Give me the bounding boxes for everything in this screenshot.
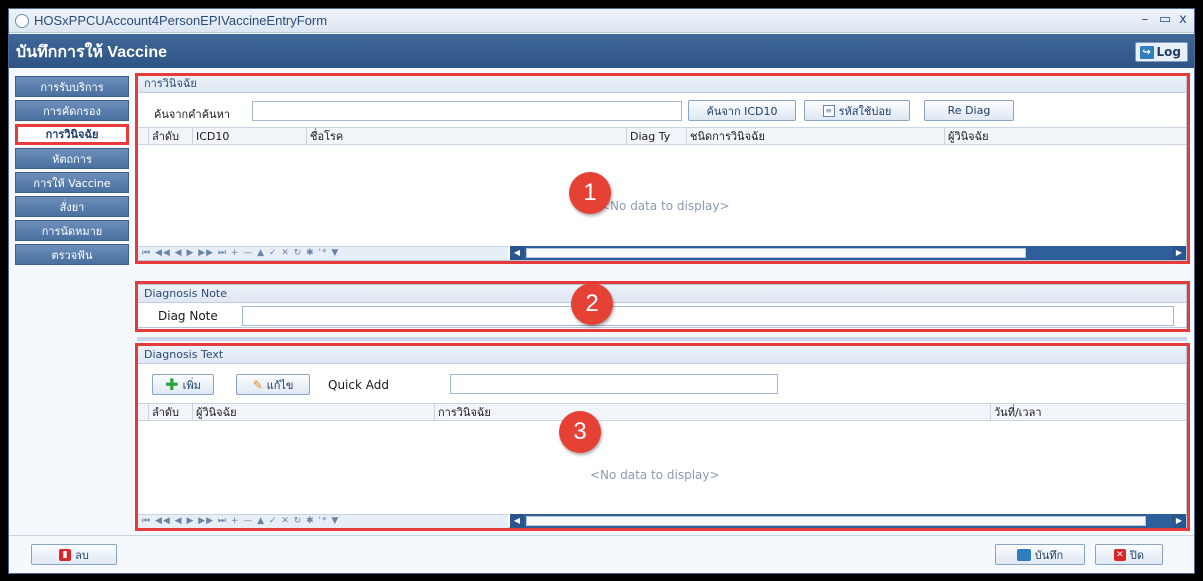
record-navigator[interactable]: ⏮ ◀◀ ◀ ▶ ▶▶ ⏭ + — ▲ ✓ ✕ ↻ ✱ '* ▼ — [138, 514, 508, 528]
delete-button-label: ลบ — [75, 548, 89, 562]
save-icon — [1016, 548, 1031, 561]
add-button[interactable]: ✚ เพิ่ม — [152, 374, 214, 395]
edit-button[interactable]: ✎ แก้ไข — [236, 374, 310, 395]
log-icon: ↪ — [1139, 45, 1154, 59]
annotation-badge-3: 3 — [559, 411, 601, 453]
column-header[interactable]: Diag Ty — [626, 128, 684, 145]
column-header[interactable]: ชื่อโรค — [306, 128, 624, 145]
app-window: HOSxPPCUAccount4PersonEPIVaccineEntryFor… — [8, 8, 1195, 574]
title-bar: HOSxPPCUAccount4PersonEPIVaccineEntryFor… — [9, 9, 1194, 33]
diagnosis-panel: การวินิจฉัย ค้นจากคำค้นหา ค้นจาก ICD10 ≡… — [137, 74, 1187, 261]
log-button-label: Log — [1156, 45, 1181, 59]
scroll-thumb[interactable] — [526, 516, 1146, 526]
close-button-label: ปิด — [1129, 548, 1145, 562]
column-header[interactable]: ผู้วินิจฉัย — [192, 404, 432, 421]
diagnosis-text-panel: Diagnosis Text ✚ เพิ่ม ✎ แก้ไข Quick Add… — [137, 345, 1187, 528]
column-header[interactable]: วันที่/เวลา — [990, 404, 1186, 421]
horizontal-scrollbar[interactable]: ◀ ▶ — [510, 246, 1186, 260]
diagnosis-text-table-header: ลำดับ ผู้วินิจฉัย การวินิจฉัย วันที่/เวล… — [138, 403, 1186, 421]
log-button[interactable]: ↪ Log — [1134, 42, 1188, 62]
close-button[interactable]: ✕ ปิด — [1095, 544, 1163, 565]
search-input[interactable] — [252, 101, 682, 121]
sidebar-item-diagnosis[interactable]: การวินิจฉัย — [15, 124, 129, 145]
no-data-message: <No data to display> — [590, 468, 720, 482]
annotation-badge-2: 2 — [571, 283, 613, 325]
footer-bar: ▮ ลบ บันทึก ✕ ปิด — [9, 535, 1194, 573]
add-button-label: เพิ่ม — [182, 378, 201, 392]
sidebar-item-procedure[interactable]: หัตถการ — [15, 148, 129, 169]
no-data-message: <No data to display> — [600, 199, 730, 213]
record-navigator[interactable]: ⏮ ◀◀ ◀ ▶ ▶▶ ⏭ + — ▲ ✓ ✕ ↻ ✱ '* ▼ — [138, 246, 508, 260]
scroll-left-icon[interactable]: ◀ — [510, 246, 524, 260]
search-icd10-label: ค้นจาก ICD10 — [706, 104, 778, 118]
save-button-label: บันทึก — [1034, 548, 1064, 562]
plus-icon: ✚ — [165, 374, 179, 394]
scroll-right-icon[interactable]: ▶ — [1172, 246, 1186, 260]
diagnosis-panel-title: การวินิจฉัย — [138, 75, 1186, 93]
close-icon: ✕ — [1113, 548, 1126, 561]
app-icon — [15, 14, 29, 28]
sidebar-item-dental[interactable]: ตรวจฟัน — [15, 244, 129, 265]
quick-add-input[interactable] — [450, 374, 778, 394]
horizontal-scrollbar[interactable]: ◀ ▶ — [510, 514, 1186, 528]
navigator-icons[interactable]: ⏮ ◀◀ ◀ ▶ ▶▶ ⏭ + — ▲ ✓ ✕ ↻ ✱ '* ▼ — [142, 516, 339, 526]
sidebar-item-service[interactable]: การรับบริการ — [15, 76, 129, 97]
scroll-right-icon[interactable]: ▶ — [1172, 514, 1186, 528]
scroll-left-icon[interactable]: ◀ — [510, 514, 524, 528]
column-header[interactable]: ICD10 — [192, 128, 304, 145]
rediag-button[interactable]: Re Diag — [924, 100, 1014, 121]
column-header[interactable]: ชนิดการวินิจฉัย — [686, 128, 942, 145]
column-header[interactable]: การวินิจฉัย — [434, 404, 988, 421]
save-button[interactable]: บันทึก — [995, 544, 1085, 565]
scroll-thumb[interactable] — [526, 248, 1026, 258]
column-header[interactable]: ผู้วินิจฉัย — [944, 128, 1186, 145]
sidebar-item-appointment[interactable]: การนัดหมาย — [15, 220, 129, 241]
edit-button-label: แก้ไข — [266, 378, 294, 392]
delete-icon: ▮ — [59, 548, 72, 561]
column-header[interactable]: ลำดับ — [148, 128, 190, 145]
annotation-badge-1: 1 — [569, 172, 611, 214]
form-title: บันทึกการให้ Vaccine — [16, 44, 167, 61]
quick-add-label: Quick Add — [328, 378, 389, 392]
sidebar-item-prescription[interactable]: สั่งยา — [15, 196, 129, 217]
diagnosis-text-title: Diagnosis Text — [138, 346, 1186, 364]
sidebar-item-vaccine[interactable]: การให้ Vaccine — [15, 172, 129, 193]
search-icd10-button[interactable]: ค้นจาก ICD10 — [688, 100, 796, 121]
diagnosis-note-title: Diagnosis Note — [138, 285, 1186, 303]
window-title: HOSxPPCUAccount4PersonEPIVaccineEntryFor… — [34, 13, 328, 28]
maximize-button[interactable]: ▭ — [1156, 12, 1174, 27]
frequent-codes-button[interactable]: ≡ รหัสใช้บ่อย — [804, 100, 910, 121]
minimize-button[interactable]: – — [1136, 12, 1154, 27]
search-label: ค้นจากคำค้นหา — [154, 108, 231, 121]
pencil-icon: ✎ — [252, 377, 263, 392]
diag-note-input[interactable] — [242, 306, 1174, 326]
form-header: บันทึกการให้ Vaccine ↪ Log — [9, 34, 1194, 68]
rediag-label: Re Diag — [947, 104, 991, 117]
delete-button[interactable]: ▮ ลบ — [31, 544, 117, 565]
frequent-codes-label: รหัสใช้บ่อย — [838, 104, 892, 118]
sidebar: การรับบริการ การคัดกรอง การวินิจฉัย หัตถ… — [15, 76, 129, 268]
diagnosis-note-panel: Diagnosis Note Diag Note — [137, 284, 1187, 328]
diag-note-label: Diag Note — [158, 309, 218, 323]
diagnosis-table-header: ลำดับ ICD10 ชื่อโรค Diag Ty ชนิดการวินิจ… — [138, 127, 1186, 145]
navigator-icons[interactable]: ⏮ ◀◀ ◀ ▶ ▶▶ ⏭ + — ▲ ✓ ✕ ↻ ✱ '* ▼ — [142, 248, 339, 258]
sidebar-item-screening[interactable]: การคัดกรอง — [15, 100, 129, 121]
list-icon: ≡ — [822, 104, 835, 117]
column-header[interactable]: ลำดับ — [148, 404, 190, 421]
panel-splitter[interactable] — [137, 337, 1187, 341]
close-window-button[interactable]: x — [1174, 12, 1192, 27]
